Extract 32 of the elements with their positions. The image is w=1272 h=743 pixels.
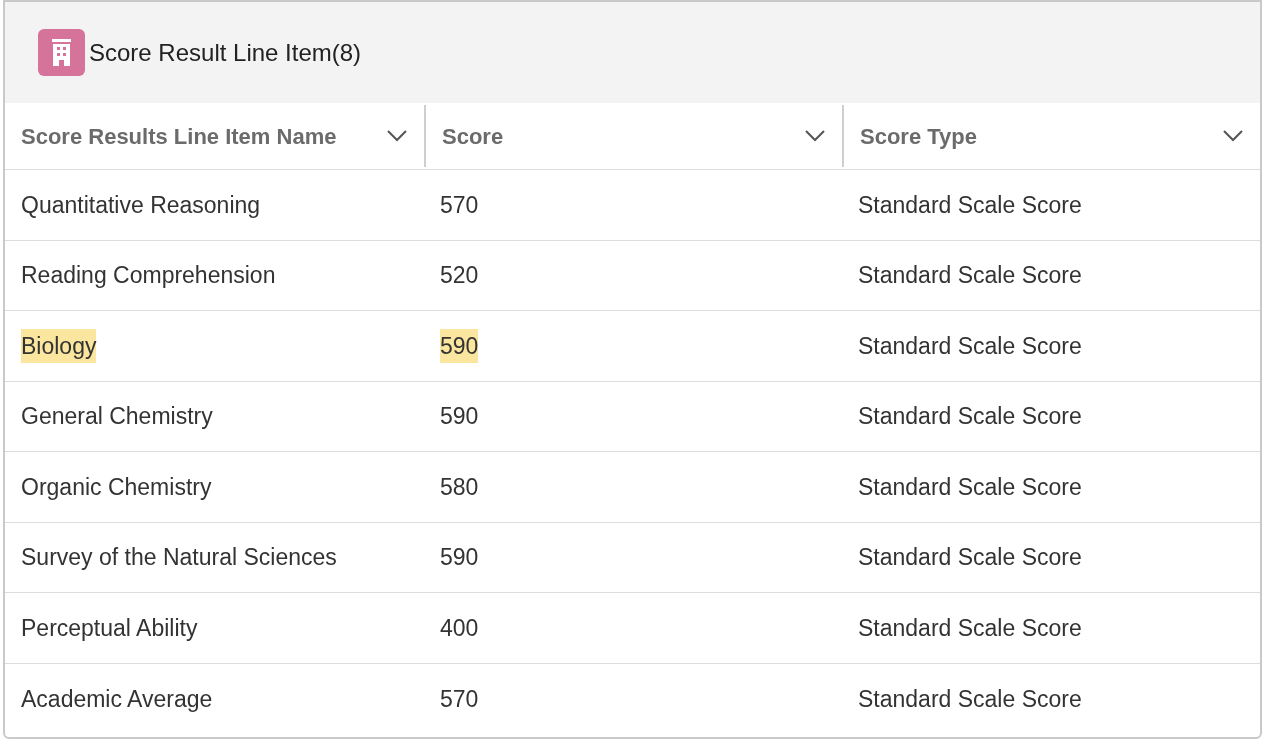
table-cell-text: Survey of the Natural Sciences [21, 543, 337, 572]
table-cell: 590 [440, 328, 479, 363]
table-cell-text: General Chemistry [21, 402, 213, 431]
table-cell-text: 570 [440, 190, 479, 220]
column-header[interactable]: Score [442, 119, 826, 153]
table-cell-text: 590 [440, 543, 479, 572]
table-cell-text: Standard Scale Score [858, 402, 1082, 431]
table-cell-text: Standard Scale Score [858, 543, 1082, 572]
table-cell-text: Standard Scale Score [858, 684, 1082, 714]
table-cell-text: 580 [440, 472, 479, 502]
table-cell-text: Standard Scale Score [858, 261, 1082, 290]
table-cell-text: Quantitative Reasoning [21, 190, 261, 220]
chevron-down-icon [386, 129, 408, 143]
table-cell-text: Standard Scale Score [858, 331, 1082, 361]
table-cell-text: 400 [440, 613, 479, 643]
table-cell-text: 590 [440, 402, 479, 431]
table-cell-text: Reading Comprehension [21, 261, 276, 290]
table-cell-text: Standard Scale Score [858, 472, 1082, 502]
table-cell-text: 520 [440, 261, 479, 290]
chevron-down-icon [804, 129, 826, 143]
table-cell-text: Standard Scale Score [858, 190, 1082, 220]
table-cell: Biology [21, 328, 97, 363]
column-header[interactable]: Score Results Line Item Name [21, 119, 408, 153]
chevron-down-icon [1222, 129, 1244, 143]
table-cell-text: Perceptual Ability [21, 613, 198, 643]
column-header[interactable]: Score Type [860, 119, 1244, 153]
card-title: Score Result Line Item(8) [89, 37, 362, 68]
table-cell-text: Organic Chemistry [21, 472, 212, 502]
table-cell-text: 570 [440, 684, 479, 714]
table-cell-text: Academic Average [21, 684, 213, 714]
building-icon [38, 29, 85, 76]
table-cell-text: Standard Scale Score [858, 613, 1082, 643]
